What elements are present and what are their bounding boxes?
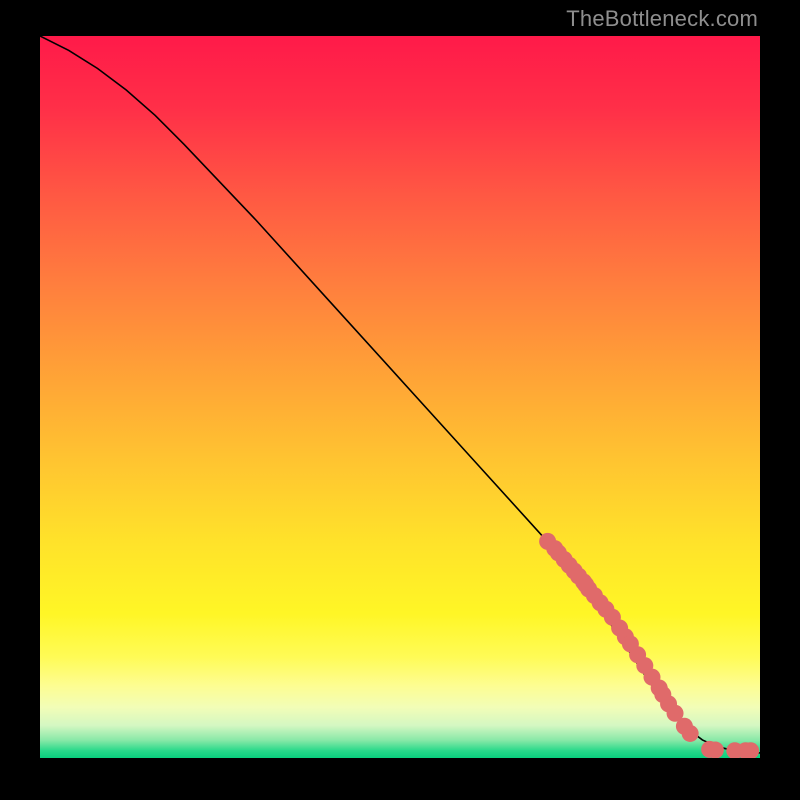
watermark-text: TheBottleneck.com: [566, 6, 758, 32]
gradient-background: [40, 36, 760, 758]
scatter-point: [682, 725, 699, 742]
scatter-point: [707, 742, 724, 758]
chart-frame: TheBottleneck.com: [0, 0, 800, 800]
chart-svg: [40, 36, 760, 758]
plot-area: [40, 36, 760, 758]
